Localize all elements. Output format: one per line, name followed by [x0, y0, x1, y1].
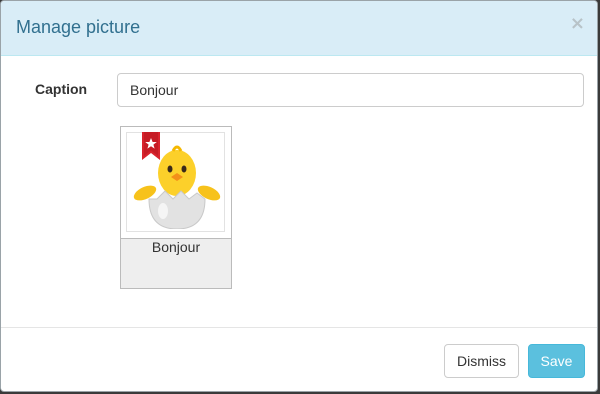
thumbnail-caption: Bonjour	[151, 239, 201, 255]
star-icon	[142, 132, 160, 160]
caption-input[interactable]	[117, 73, 584, 107]
dialog-header: Manage picture ×	[1, 1, 597, 56]
caption-label: Caption	[35, 81, 88, 97]
picture-thumbnail[interactable]: Bonjour	[120, 126, 232, 289]
close-icon[interactable]: ×	[570, 15, 585, 33]
footer-divider	[1, 327, 597, 328]
dialog-title: Manage picture	[16, 17, 141, 37]
thumbnail-frame	[126, 132, 225, 232]
manage-picture-dialog: Manage picture × Caption Bonjour Bonjour…	[0, 0, 598, 392]
dismiss-button[interactable]: Dismiss	[444, 344, 519, 378]
save-button[interactable]: Save	[528, 344, 585, 378]
thumbnail-image-area	[121, 127, 231, 239]
